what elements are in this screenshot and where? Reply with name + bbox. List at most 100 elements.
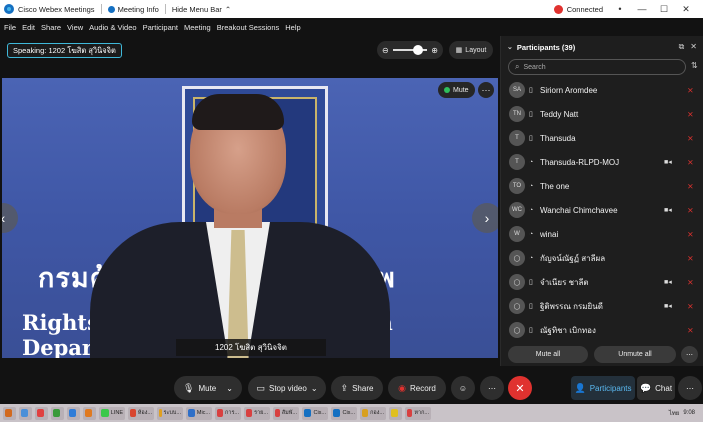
taskbar-app-label: Mic...: [196, 410, 210, 416]
mute-all-button[interactable]: Mute all: [508, 346, 588, 363]
popout-icon[interactable]: ⧉: [679, 42, 685, 52]
close-window-button[interactable]: ✕: [675, 4, 697, 15]
participant-row[interactable]: ◯ ▯ ฐิติพรรณ กรมยินดี ■◂ ⨯: [501, 294, 703, 318]
taskbar-app-button[interactable]: การ...: [215, 406, 241, 420]
taskbar-app-button[interactable]: สัมพั...: [273, 406, 299, 420]
muted-mic-icon[interactable]: ⨯: [687, 134, 694, 143]
taskbar-app-button[interactable]: [51, 406, 64, 420]
sort-icon[interactable]: ⇅: [691, 61, 698, 70]
app-icon: [188, 409, 195, 417]
participants-search-input[interactable]: ⌕ Search: [508, 59, 686, 75]
menu-file[interactable]: File: [4, 23, 16, 32]
taskbar-app-button[interactable]: Cis...: [331, 406, 357, 420]
muted-mic-icon[interactable]: ⨯: [687, 110, 694, 119]
taskbar-app-button[interactable]: [67, 406, 80, 420]
share-button[interactable]: ⇪ Share: [331, 376, 383, 400]
menu-share[interactable]: Share: [41, 23, 61, 32]
muted-mic-icon[interactable]: ⨯: [687, 278, 694, 287]
taskbar-app-button[interactable]: [3, 406, 16, 420]
menu-participant[interactable]: Participant: [143, 23, 178, 32]
taskbar-app-button[interactable]: ระบบ...: [157, 406, 183, 420]
zoom-slider[interactable]: [392, 45, 428, 55]
zoom-out-icon[interactable]: ⊖: [382, 46, 389, 55]
chevron-down-icon[interactable]: ⌄: [311, 384, 318, 393]
main-video[interactable]: กรมคุ้มครองสิทธิและเสรีภาพ Rights and Li…: [2, 78, 498, 358]
participant-row[interactable]: T ◔ Thansuda-RLPD-MOJ ■◂ ⨯: [501, 150, 703, 174]
webex-logo-icon: [4, 4, 14, 14]
taskbar-app-button[interactable]: [83, 406, 96, 420]
participant-row[interactable]: ◯ ▯ จำเนียร ชาลีต ■◂ ⨯: [501, 270, 703, 294]
next-video-button[interactable]: ›: [472, 203, 498, 233]
participant-row[interactable]: ◯ ◔ กัญจน์ณัฐฏ์ สาลีผล ⨯: [501, 246, 703, 270]
participants-panel-title: Participants (39): [516, 42, 576, 52]
menu-help[interactable]: Help: [285, 23, 300, 32]
unmute-all-button[interactable]: Unmute all: [594, 346, 676, 363]
menu-view[interactable]: View: [67, 23, 83, 32]
taskbar-app-button[interactable]: [35, 406, 48, 420]
more-options-button[interactable]: ⋯: [480, 376, 504, 400]
muted-mic-icon[interactable]: ⨯: [687, 86, 694, 95]
participant-row[interactable]: TO ◔ The one ⨯: [501, 174, 703, 198]
webex-window: Cisco Webex Meetings Meeting Info Hide M…: [0, 0, 703, 422]
participants-toggle-button[interactable]: 👤 Participants: [571, 376, 635, 400]
participant-avatar: ◯: [509, 250, 525, 266]
panel-more-button[interactable]: ⋯: [681, 346, 698, 363]
zoom-in-icon[interactable]: ⊕: [431, 46, 438, 55]
mute-button[interactable]: 🎙 Mute ⌄: [174, 376, 242, 400]
taskbar-app-button[interactable]: [389, 406, 402, 420]
muted-mic-icon[interactable]: ⨯: [687, 230, 694, 239]
participant-row[interactable]: TN ▯ Teddy Natt ⨯: [501, 102, 703, 126]
meeting-info-button[interactable]: Meeting Info: [107, 5, 159, 14]
menu-breakout-sessions[interactable]: Breakout Sessions: [217, 23, 280, 32]
menu-audio-video[interactable]: Audio & Video: [89, 23, 136, 32]
app-icon: [159, 409, 162, 417]
chevron-down-icon[interactable]: ⌄: [226, 384, 233, 393]
stop-video-button[interactable]: ▭ Stop video ⌄: [248, 376, 326, 400]
participant-row[interactable]: WC ◔ Wanchai Chimchavee ■◂ ⨯: [501, 198, 703, 222]
zoom-slider-knob[interactable]: [413, 45, 424, 55]
participant-name: ณัฐทิชา เบิกทอง: [540, 325, 596, 335]
muted-mic-icon[interactable]: ⨯: [687, 158, 694, 167]
video-more-button[interactable]: ⋯: [478, 82, 494, 98]
participant-row[interactable]: T ▯ Thansuda ⨯: [501, 126, 703, 150]
zoom-control[interactable]: ⊖ ⊕: [377, 41, 443, 59]
menu-meeting[interactable]: Meeting: [184, 23, 211, 32]
muted-mic-icon[interactable]: ⨯: [687, 182, 694, 191]
reactions-button[interactable]: ☺: [451, 376, 475, 400]
device-icon: ▯: [529, 87, 533, 94]
language-indicator[interactable]: ไทย: [669, 408, 680, 418]
muted-mic-icon[interactable]: ⨯: [687, 206, 694, 215]
taskbar-app-button[interactable]: ห้อง...: [128, 406, 154, 420]
status-dropdown-icon[interactable]: •: [609, 4, 631, 14]
clock[interactable]: 9:08: [683, 410, 695, 416]
participant-row[interactable]: W ◔ winai ⨯: [501, 222, 703, 246]
minimize-button[interactable]: —: [631, 4, 653, 14]
participant-row[interactable]: ◯ ▯ ณัฐทิชา เบิกทอง ⨯: [501, 318, 703, 342]
leave-meeting-button[interactable]: ✕: [508, 376, 532, 400]
menu-edit[interactable]: Edit: [22, 23, 35, 32]
hide-menu-bar-button[interactable]: Hide Menu Bar ⌃: [172, 5, 231, 14]
app-title: Cisco Webex Meetings: [0, 4, 95, 14]
taskbar-app-button[interactable]: Mic...: [186, 406, 212, 420]
maximize-button[interactable]: ☐: [653, 4, 675, 15]
window-controls: Connected • — ☐ ✕: [553, 4, 703, 15]
participant-row[interactable]: SA ▯ Siriorn Aromdee ⨯: [501, 78, 703, 102]
share-label: Share: [352, 383, 374, 393]
taskbar-app-button[interactable]: [19, 406, 32, 420]
taskbar-app-button[interactable]: Cis...: [302, 406, 328, 420]
muted-mic-icon[interactable]: ⨯: [687, 254, 694, 263]
close-panel-icon[interactable]: ✕: [690, 42, 697, 52]
taskbar-app-button[interactable]: กอง...: [360, 406, 386, 420]
panel-options-button[interactable]: ⋯: [678, 376, 702, 400]
taskbar-app-button[interactable]: LINE: [99, 406, 125, 420]
layout-button[interactable]: ▦ Layout: [449, 41, 493, 59]
chat-toggle-button[interactable]: 💬 Chat: [637, 376, 675, 400]
muted-mic-icon[interactable]: ⨯: [687, 302, 694, 311]
muted-mic-icon[interactable]: ⨯: [687, 326, 694, 335]
collapse-icon[interactable]: ⌄: [507, 43, 513, 51]
taskbar-app-button[interactable]: หาก...: [405, 406, 431, 420]
taskbar-app-button[interactable]: ราย...: [244, 406, 270, 420]
record-button[interactable]: ◉ Record: [388, 376, 446, 400]
video-mute-button[interactable]: Mute: [438, 82, 475, 98]
device-icon: ▯: [529, 303, 533, 310]
